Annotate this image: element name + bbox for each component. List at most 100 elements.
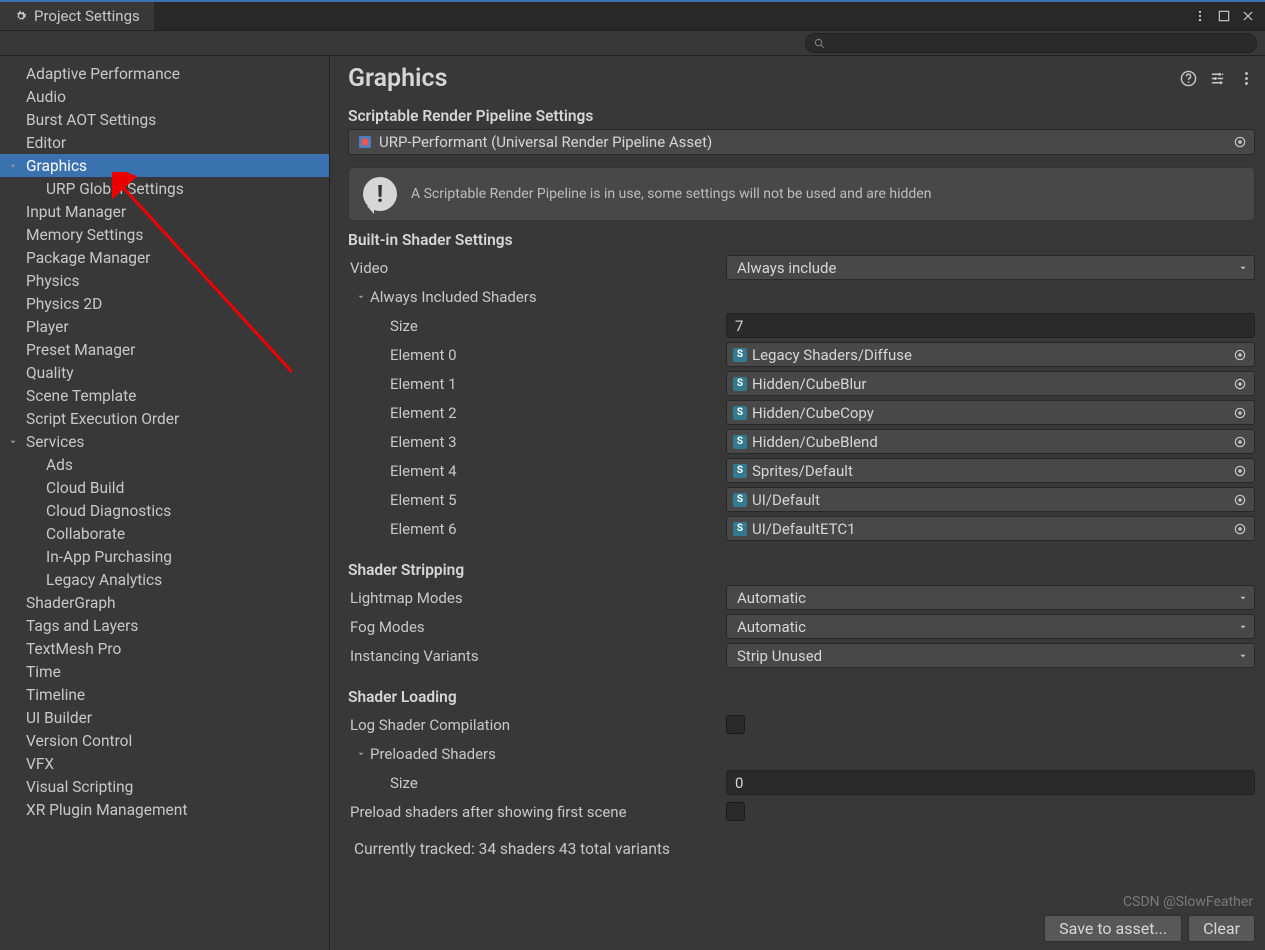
sidebar-item-collaborate[interactable]: Collaborate [0,522,329,545]
instancing-label: Instancing Variants [348,647,726,665]
kebab-icon[interactable] [1238,70,1255,87]
tracked-shaders-status: Currently tracked: 34 shaders 43 total v… [348,826,1255,864]
sidebar-item-shadergraph[interactable]: ShaderGraph [0,591,329,614]
sidebar-item-label: Player [26,318,69,336]
sidebar-item-player[interactable]: Player [0,315,329,338]
object-picker-icon[interactable] [1230,403,1250,423]
element-0-field[interactable]: SLegacy Shaders/Diffuse [726,342,1255,367]
sidebar-item-label: URP Global Settings [46,180,184,198]
sidebar-item-urp-global-settings[interactable]: URP Global Settings [0,177,329,200]
sidebar-item-visual-scripting[interactable]: Visual Scripting [0,775,329,798]
sidebar-item-label: Graphics [26,157,87,175]
sidebar-item-physics-2d[interactable]: Physics 2D [0,292,329,315]
search-icon [814,38,825,49]
sidebar-item-tags-and-layers[interactable]: Tags and Layers [0,614,329,637]
sidebar-item-scene-template[interactable]: Scene Template [0,384,329,407]
ais-size-label: Size [348,317,726,335]
sidebar-item-timeline[interactable]: Timeline [0,683,329,706]
element-5-field[interactable]: SUI/Default [726,487,1255,512]
preloaded-size-field[interactable]: 0 [726,770,1255,795]
sidebar-item-ads[interactable]: Ads [0,453,329,476]
srp-asset-name: URP-Performant (Universal Render Pipelin… [379,133,1224,151]
sidebar-item-time[interactable]: Time [0,660,329,683]
lightmap-dropdown[interactable]: Automatic [726,585,1255,610]
ais-size-field[interactable]: 7 [726,313,1255,338]
sliders-icon[interactable] [1209,70,1226,87]
shader-icon: S [733,348,747,362]
save-to-asset-button[interactable]: Save to asset... [1044,915,1182,942]
sidebar-item-editor[interactable]: Editor [0,131,329,154]
page-title: Graphics [348,64,1180,93]
sidebar-item-label: Cloud Diagnostics [46,502,171,520]
object-picker-icon[interactable] [1230,345,1250,365]
sidebar-item-graphics[interactable]: Graphics [0,154,329,177]
sidebar-item-services[interactable]: Services [0,430,329,453]
video-dropdown[interactable]: Always include [726,255,1255,280]
sidebar-item-label: Package Manager [26,249,150,267]
sidebar-item-label: Time [26,663,61,681]
sidebar-item-memory-settings[interactable]: Memory Settings [0,223,329,246]
sidebar-item-quality[interactable]: Quality [0,361,329,384]
srp-asset-field[interactable]: URP-Performant (Universal Render Pipelin… [348,129,1255,155]
shader-icon: S [733,493,747,507]
content-panel: Graphics Scriptable Render Pipeline Sett… [330,56,1265,950]
element-5-label: Element 5 [348,491,726,509]
shader-icon: S [733,464,747,478]
object-picker-icon[interactable] [1230,490,1250,510]
info-box: ! A Scriptable Render Pipeline is in use… [348,167,1255,221]
sidebar-item-version-control[interactable]: Version Control [0,729,329,752]
maximize-icon[interactable] [1217,9,1231,23]
preloaded-shaders-label[interactable]: Preloaded Shaders [348,745,726,763]
sidebar-item-in-app-purchasing[interactable]: In-App Purchasing [0,545,329,568]
element-6-field[interactable]: SUI/DefaultETC1 [726,516,1255,541]
object-picker-icon[interactable] [1230,432,1250,452]
sidebar-item-label: Memory Settings [26,226,143,244]
log-shader-label: Log Shader Compilation [348,716,726,734]
object-picker-icon[interactable] [1230,132,1250,152]
object-picker-icon[interactable] [1230,461,1250,481]
kebab-icon[interactable] [1193,9,1207,23]
preload-after-checkbox[interactable] [726,802,745,821]
clear-button[interactable]: Clear [1188,915,1255,942]
window-tab-bar: Project Settings [0,0,1265,30]
caret-down-icon [8,157,18,175]
chevron-down-icon [1238,622,1248,632]
always-included-shaders-label[interactable]: Always Included Shaders [348,288,726,306]
element-3-field[interactable]: SHidden/CubeBlend [726,429,1255,454]
element-4-field[interactable]: SSprites/Default [726,458,1255,483]
sidebar-item-audio[interactable]: Audio [0,85,329,108]
fog-dropdown[interactable]: Automatic [726,614,1255,639]
sidebar-item-vfx[interactable]: VFX [0,752,329,775]
log-shader-checkbox[interactable] [726,715,745,734]
element-2-field[interactable]: SHidden/CubeCopy [726,400,1255,425]
sidebar-item-legacy-analytics[interactable]: Legacy Analytics [0,568,329,591]
sidebar-item-input-manager[interactable]: Input Manager [0,200,329,223]
info-message: A Scriptable Render Pipeline is in use, … [411,186,931,202]
sidebar-item-label: In-App Purchasing [46,548,172,566]
search-input[interactable] [805,33,1257,53]
sidebar-item-textmesh-pro[interactable]: TextMesh Pro [0,637,329,660]
sidebar-item-xr-plugin-management[interactable]: XR Plugin Management [0,798,329,821]
element-6-label: Element 6 [348,520,726,538]
sidebar-item-cloud-diagnostics[interactable]: Cloud Diagnostics [0,499,329,522]
help-icon[interactable] [1180,70,1197,87]
sidebar-item-label: TextMesh Pro [26,640,121,658]
sidebar-item-script-execution-order[interactable]: Script Execution Order [0,407,329,430]
sidebar-item-label: Cloud Build [46,479,124,497]
object-picker-icon[interactable] [1230,519,1250,539]
close-icon[interactable] [1241,9,1255,23]
sidebar-item-label: Scene Template [26,387,136,405]
sidebar-item-adaptive-performance[interactable]: Adaptive Performance [0,62,329,85]
object-picker-icon[interactable] [1230,374,1250,394]
tab-project-settings[interactable]: Project Settings [0,2,155,30]
sidebar-item-burst-aot-settings[interactable]: Burst AOT Settings [0,108,329,131]
element-1-field[interactable]: SHidden/CubeBlur [726,371,1255,396]
sidebar-item-ui-builder[interactable]: UI Builder [0,706,329,729]
sidebar-item-label: UI Builder [26,709,92,727]
sidebar-item-preset-manager[interactable]: Preset Manager [0,338,329,361]
sidebar-item-physics[interactable]: Physics [0,269,329,292]
sidebar-item-package-manager[interactable]: Package Manager [0,246,329,269]
chevron-down-icon [1238,593,1248,603]
sidebar-item-cloud-build[interactable]: Cloud Build [0,476,329,499]
instancing-dropdown[interactable]: Strip Unused [726,643,1255,668]
